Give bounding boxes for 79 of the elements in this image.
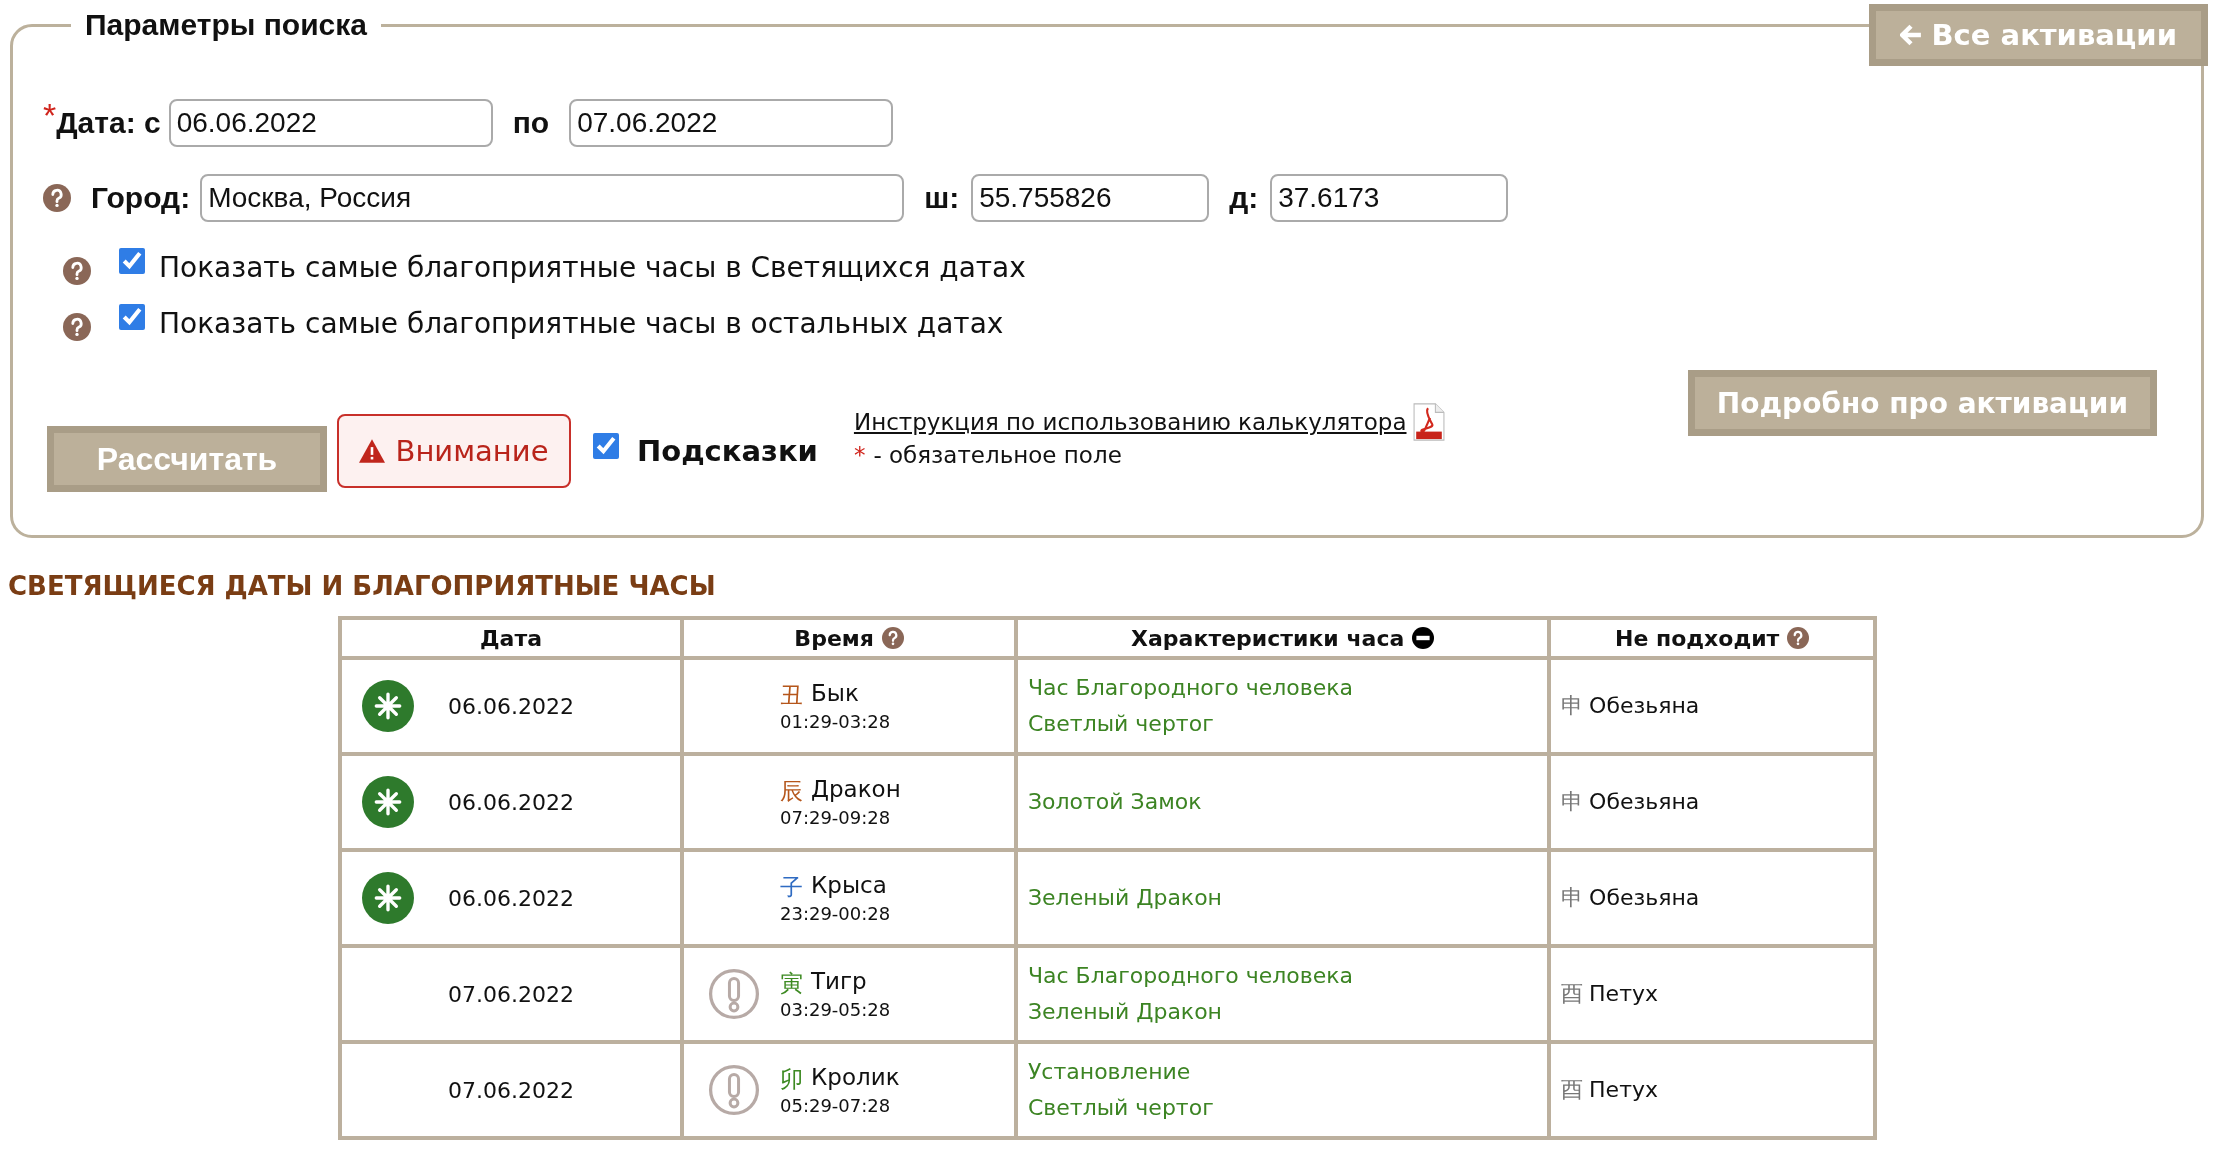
option-checkbox[interactable] xyxy=(119,248,145,274)
option-label: Показать самые благоприятные часы в остальных датах xyxy=(159,306,1004,340)
exclamation-icon xyxy=(708,1064,760,1116)
exclamation-icon xyxy=(708,968,760,1020)
latitude-field[interactable]: 55.755826 xyxy=(971,174,1210,222)
latitude-label: ш: xyxy=(924,181,960,215)
column-header: Дата xyxy=(340,618,682,658)
time-range: 07:29-09:28 xyxy=(780,807,892,828)
to-label: по xyxy=(512,106,550,140)
date-label: Дата: с xyxy=(56,106,161,140)
conflict-symbol: 酉 xyxy=(1561,981,1584,1006)
branch-symbol: 子 xyxy=(780,873,803,902)
arrow-left-icon xyxy=(1899,24,1922,46)
required-mark: * xyxy=(43,96,57,134)
help-icon[interactable] xyxy=(63,257,91,285)
date-text: 06.06.2022 xyxy=(448,885,574,911)
branch-symbol: 寅 xyxy=(780,969,803,998)
longitude-label: д: xyxy=(1229,181,1259,215)
hour-trait: Зеленый Дракон xyxy=(1027,998,1223,1026)
conflict-animal: Петух xyxy=(1589,981,1658,1006)
city-field[interactable]: Москва, Россия xyxy=(200,174,905,222)
hour-trait: Час Благородного человека xyxy=(1027,962,1355,990)
column-header: Характеристики часа xyxy=(1015,618,1550,658)
conflict-symbol: 申 xyxy=(1561,693,1584,718)
instructions-link[interactable]: Инструкция по использованию калькулятора xyxy=(853,409,1407,435)
date-text: 07.06.2022 xyxy=(448,981,574,1007)
hour-trait: Зеленый Дракон xyxy=(1027,884,1223,912)
hints-label: Подсказки xyxy=(637,434,818,468)
branch-symbol: 辰 xyxy=(780,777,803,806)
column-header: Не подходит xyxy=(1549,618,1875,658)
hour-trait: Светлый чертог xyxy=(1027,710,1215,738)
branch-symbol: 卯 xyxy=(780,1065,803,1094)
collapse-icon[interactable] xyxy=(1411,626,1434,649)
help-icon[interactable] xyxy=(63,313,91,341)
date-text: 07.06.2022 xyxy=(448,1077,574,1103)
required-mark: * xyxy=(853,442,866,468)
option-checkbox[interactable] xyxy=(119,304,145,330)
section-heading: СВЕТЯЩИЕСЯ ДАТЫ И БЛАГОПРИЯТНЫЕ ЧАСЫ xyxy=(8,570,717,603)
animal-name: Тигр xyxy=(811,968,867,996)
help-icon[interactable] xyxy=(881,626,904,649)
column-header: Время xyxy=(682,618,1016,658)
warning-button[interactable]: Внимание xyxy=(337,414,571,488)
panel-title: Параметры поиска xyxy=(84,8,368,42)
asterisk-badge-icon xyxy=(362,872,414,924)
animal-name: Дракон xyxy=(811,776,901,804)
help-icon[interactable] xyxy=(1787,626,1810,649)
date-text: 06.06.2022 xyxy=(448,789,574,815)
animal-name: Бык xyxy=(811,680,859,708)
conflict-symbol: 申 xyxy=(1561,789,1584,814)
longitude-field[interactable]: 37.6173 xyxy=(1270,174,1509,222)
animal-name: Кролик xyxy=(811,1064,900,1092)
time-range: 03:29-05:28 xyxy=(780,999,891,1020)
city-label: Город: xyxy=(91,181,191,215)
hour-trait: Золотой Замок xyxy=(1027,788,1203,816)
animal-name: Крыса xyxy=(811,872,887,900)
help-icon[interactable] xyxy=(43,184,71,212)
date-to-field[interactable]: 07.06.2022 xyxy=(569,99,894,147)
conflict-animal: Петух xyxy=(1589,1077,1658,1102)
conflict-symbol: 申 xyxy=(1561,885,1584,910)
time-range: 23:29-00:28 xyxy=(780,903,891,924)
date-text: 06.06.2022 xyxy=(448,693,574,719)
option-label: Показать самые благоприятные часы в Светящихся датах xyxy=(159,250,1026,284)
asterisk-badge-icon xyxy=(362,776,414,828)
pdf-icon[interactable] xyxy=(1412,402,1445,442)
time-range: 01:29-03:28 xyxy=(780,711,891,732)
date-from-field[interactable]: 06.06.2022 xyxy=(168,99,493,147)
hour-trait: Светлый чертог xyxy=(1027,1094,1215,1122)
conflict-animal: Обезьяна xyxy=(1589,885,1700,910)
hints-checkbox[interactable] xyxy=(593,433,619,459)
hour-trait: Час Благородного человека xyxy=(1027,674,1355,702)
warning-icon xyxy=(359,439,386,463)
branch-symbol: 丑 xyxy=(780,681,803,710)
time-range: 05:29-07:28 xyxy=(780,1095,892,1116)
asterisk-badge-icon xyxy=(362,680,414,732)
conflict-animal: Обезьяна xyxy=(1589,789,1700,814)
hour-trait: Установление xyxy=(1027,1058,1192,1086)
required-field-note: - обязательное поле xyxy=(873,442,1122,468)
conflict-symbol: 酉 xyxy=(1561,1077,1584,1102)
conflict-animal: Обезьяна xyxy=(1589,693,1700,718)
